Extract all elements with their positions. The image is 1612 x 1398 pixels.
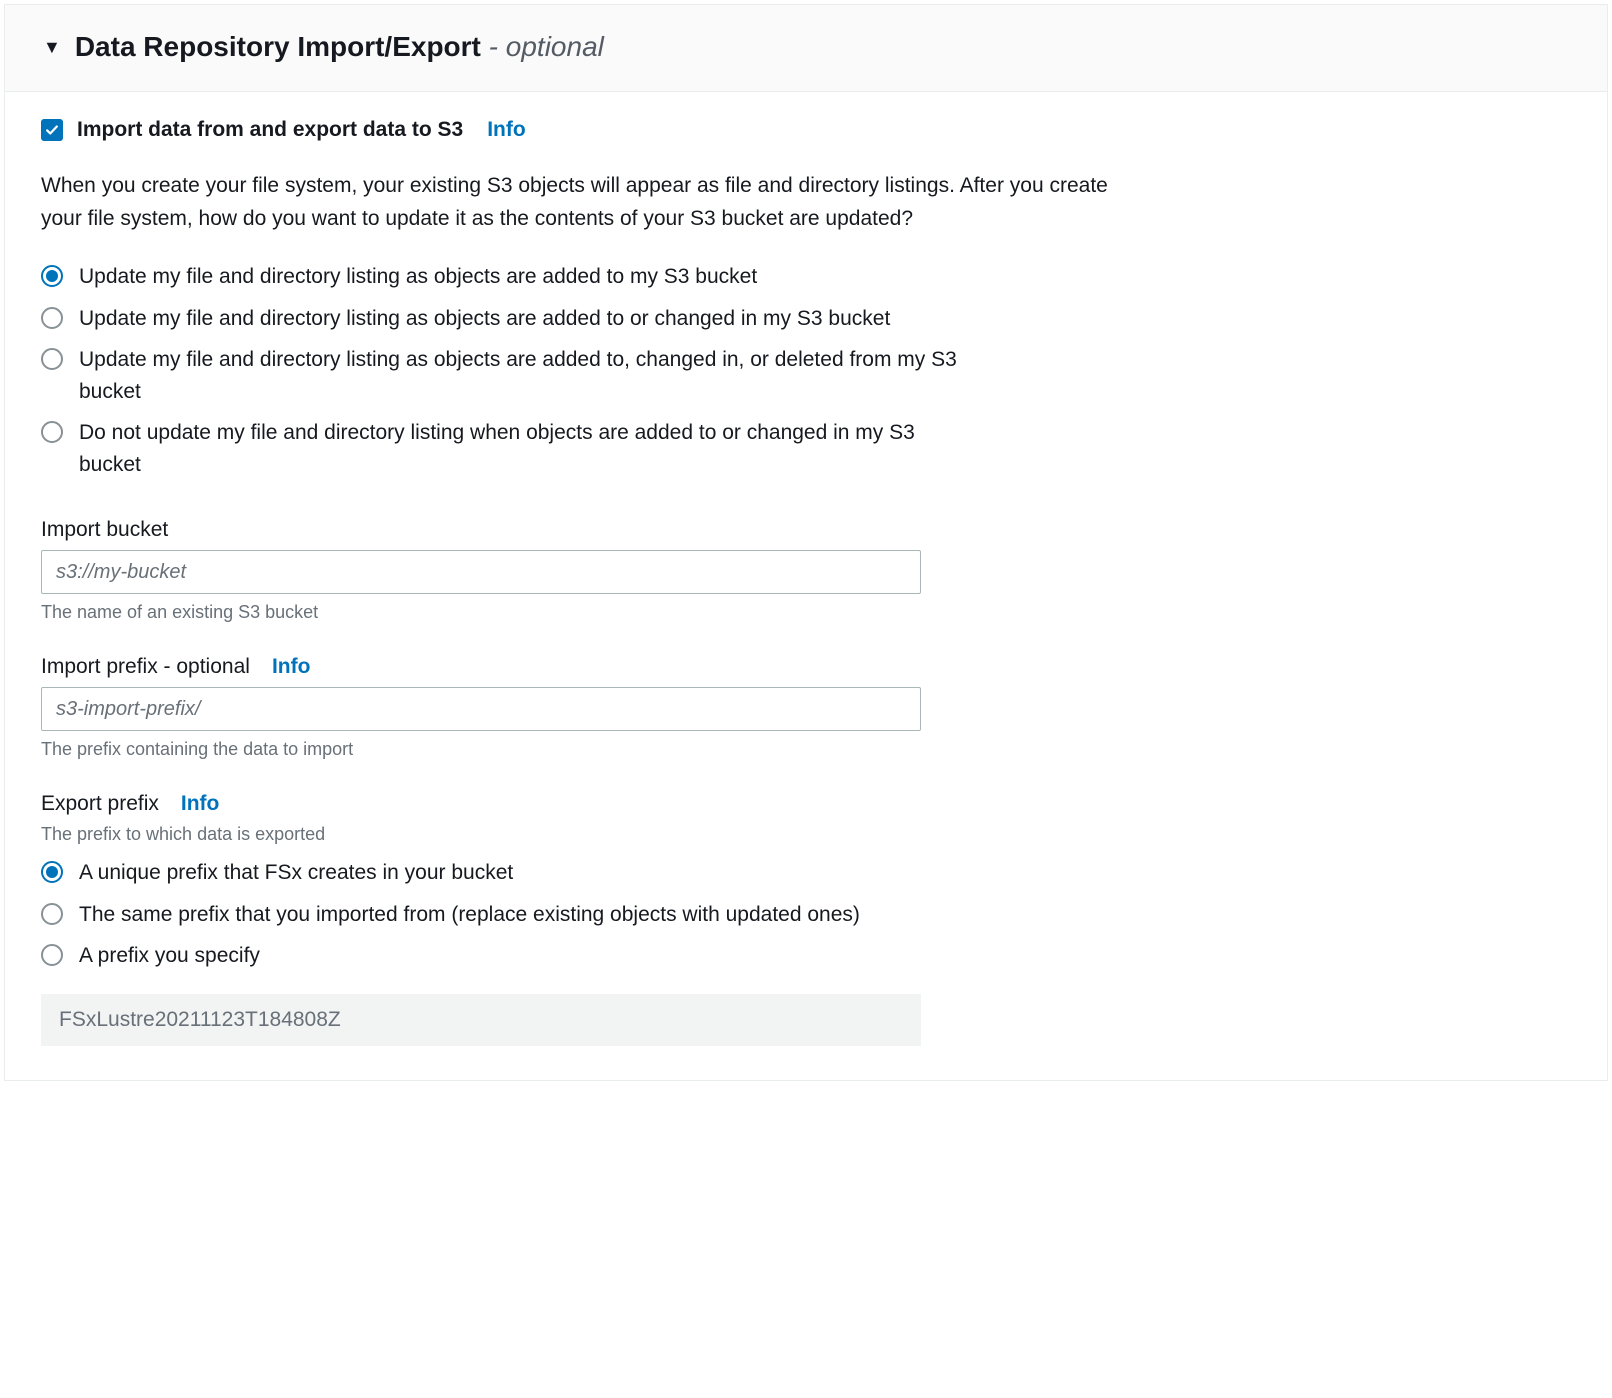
- panel-title: Data Repository Import/Export - optional: [75, 31, 604, 63]
- export-prefix-option-2[interactable]: A prefix you specify: [41, 940, 1571, 972]
- caret-down-icon: ▼: [43, 38, 61, 56]
- radio-label: Update my file and directory listing as …: [79, 344, 979, 407]
- export-prefix-info-link[interactable]: Info: [181, 792, 219, 816]
- s3-checkbox[interactable]: [41, 119, 63, 141]
- radio-button[interactable]: [41, 944, 63, 966]
- export-prefix-option-0[interactable]: A unique prefix that FSx creates in your…: [41, 857, 1571, 889]
- update-policy-description: When you create your file system, your e…: [41, 170, 1141, 235]
- update-policy-option-3[interactable]: Do not update my file and directory list…: [41, 417, 1571, 480]
- import-prefix-field: Import prefix - optional Info The prefix…: [41, 655, 921, 760]
- radio-label: The same prefix that you imported from (…: [79, 899, 860, 931]
- update-policy-option-1[interactable]: Update my file and directory listing as …: [41, 303, 1571, 335]
- import-prefix-label: Import prefix - optional: [41, 655, 250, 679]
- data-repository-panel: ▼ Data Repository Import/Export - option…: [4, 4, 1608, 1081]
- panel-body: Import data from and export data to S3 I…: [5, 92, 1607, 1080]
- panel-header[interactable]: ▼ Data Repository Import/Export - option…: [5, 5, 1607, 92]
- radio-label: Update my file and directory listing as …: [79, 303, 890, 335]
- update-policy-option-2[interactable]: Update my file and directory listing as …: [41, 344, 1571, 407]
- s3-toggle-row: Import data from and export data to S3 I…: [41, 118, 1571, 142]
- import-bucket-label: Import bucket: [41, 518, 168, 542]
- radio-button[interactable]: [41, 861, 63, 883]
- s3-info-link[interactable]: Info: [487, 118, 525, 142]
- update-policy-option-0[interactable]: Update my file and directory listing as …: [41, 261, 1571, 293]
- s3-checkbox-label: Import data from and export data to S3: [77, 118, 463, 142]
- panel-title-suffix: - optional: [481, 31, 604, 62]
- export-prefix-section: Export prefix Info The prefix to which d…: [41, 792, 1571, 1046]
- import-bucket-input[interactable]: [41, 550, 921, 594]
- export-prefix-option-1[interactable]: The same prefix that you imported from (…: [41, 899, 1571, 931]
- radio-button[interactable]: [41, 421, 63, 443]
- import-prefix-input[interactable]: [41, 687, 921, 731]
- check-icon: [45, 123, 59, 137]
- radio-button[interactable]: [41, 348, 63, 370]
- radio-label: Update my file and directory listing as …: [79, 261, 757, 293]
- export-prefix-helper: The prefix to which data is exported: [41, 824, 1571, 845]
- radio-button[interactable]: [41, 903, 63, 925]
- export-prefix-radio-group: A unique prefix that FSx creates in your…: [41, 857, 1571, 972]
- radio-label: A unique prefix that FSx creates in your…: [79, 857, 513, 889]
- export-prefix-value: FSxLustre20211123T184808Z: [41, 994, 921, 1046]
- import-prefix-helper: The prefix containing the data to import: [41, 739, 921, 760]
- radio-button[interactable]: [41, 307, 63, 329]
- radio-label: Do not update my file and directory list…: [79, 417, 979, 480]
- panel-title-text: Data Repository Import/Export: [75, 31, 481, 62]
- update-policy-radio-group: Update my file and directory listing as …: [41, 261, 1571, 480]
- import-bucket-field: Import bucket The name of an existing S3…: [41, 518, 921, 623]
- export-prefix-label: Export prefix: [41, 792, 159, 816]
- import-prefix-info-link[interactable]: Info: [272, 655, 310, 679]
- radio-label: A prefix you specify: [79, 940, 260, 972]
- import-bucket-helper: The name of an existing S3 bucket: [41, 602, 921, 623]
- radio-button[interactable]: [41, 265, 63, 287]
